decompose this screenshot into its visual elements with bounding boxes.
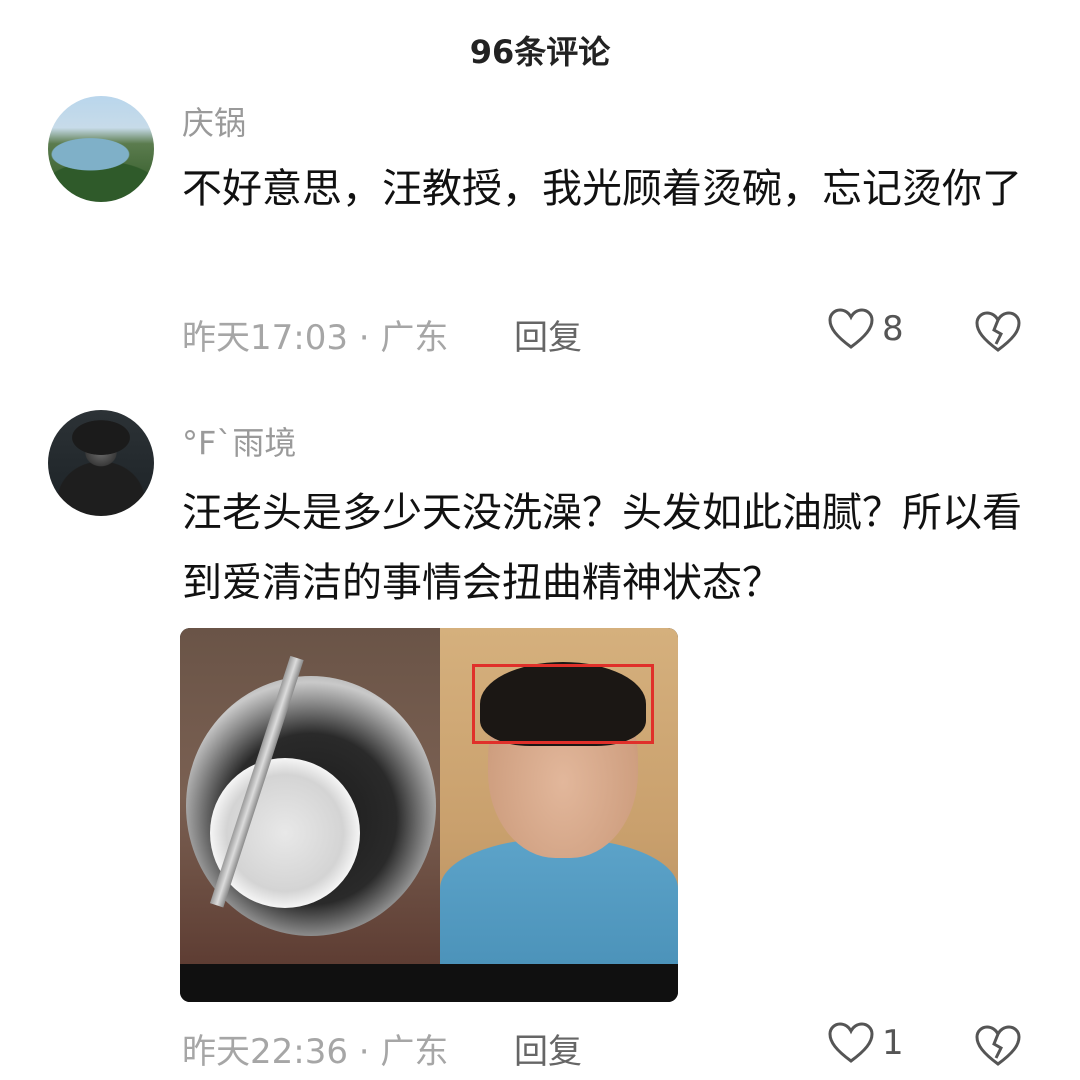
comment-image[interactable] — [180, 628, 678, 1002]
comment-time-location: 昨天22:36 · 广东 — [182, 1032, 449, 1072]
comment-username[interactable]: 庆锅 — [182, 98, 246, 144]
broken-heart-icon[interactable] — [974, 310, 1022, 354]
highlight-box — [472, 664, 654, 744]
avatar[interactable] — [48, 96, 154, 202]
heart-outline-icon — [828, 1022, 874, 1064]
avatar[interactable] — [48, 410, 154, 516]
comment-time-location: 昨天17:03 · 广东 — [182, 318, 449, 358]
reply-button[interactable]: 回复 — [514, 310, 582, 359]
comment-username[interactable]: °F`雨境 — [182, 418, 296, 464]
heart-outline-icon — [828, 308, 874, 350]
like-button[interactable]: 1 — [828, 1022, 904, 1064]
like-count: 1 — [882, 1023, 904, 1063]
broken-heart-icon[interactable] — [974, 1024, 1022, 1068]
comments-count-title: 96条评论 — [469, 33, 611, 71]
like-count: 8 — [882, 309, 904, 349]
comment-text: 不好意思，汪教授，我光顾着烫碗，忘记烫你了 — [182, 166, 1022, 212]
comment-text: 汪老头是多少天没洗澡？头发如此油腻？所以看到爱清洁的事情会扭曲精神状态？ — [182, 490, 1022, 606]
like-button[interactable]: 8 — [828, 308, 904, 350]
bowl-photo — [180, 628, 440, 964]
reply-button[interactable]: 回复 — [514, 1024, 582, 1073]
